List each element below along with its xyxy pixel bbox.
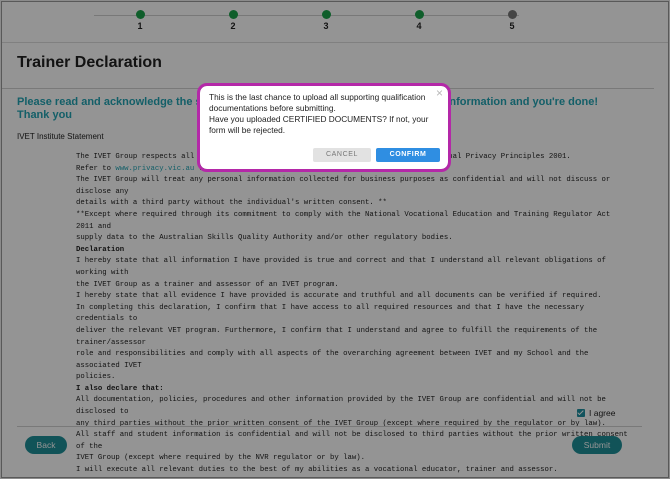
modal-backdrop[interactable] — [0, 0, 670, 479]
dialog-highlight-outline — [197, 83, 451, 172]
